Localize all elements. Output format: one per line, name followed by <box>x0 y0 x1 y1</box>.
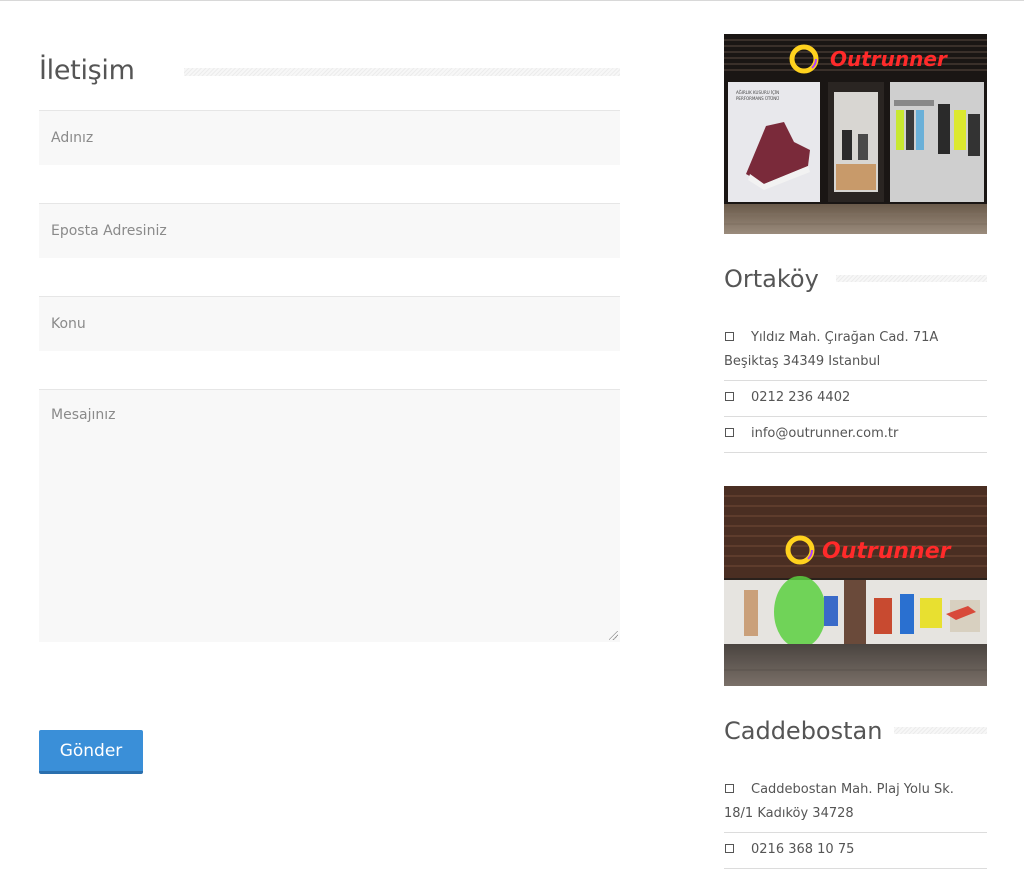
store-phone: 0212 236 4402 <box>724 386 987 417</box>
top-divider <box>0 0 1024 1</box>
svg-text:PERFORMANS ÜTÜNÜ: PERFORMANS ÜTÜNÜ <box>736 96 779 101</box>
store-address: Yıldız Mah. Çırağan Cad. 71A Beşiktaş 34… <box>724 326 987 381</box>
square-bullet-icon <box>725 784 734 793</box>
square-bullet-icon <box>725 392 734 401</box>
store-photo-ortakoy: Outrunner AĞIRLIK KUSURU İÇİN PERFORMANS… <box>724 34 987 234</box>
store-sign-text-2: Outrunner <box>822 539 952 564</box>
email-input[interactable] <box>39 204 620 258</box>
store-heading-ortakoy: Ortaköy <box>724 262 987 296</box>
store-photo-caddebostan: Outrunner <box>724 486 987 686</box>
subject-field[interactable] <box>39 296 620 351</box>
store-address: Caddebostan Mah. Plaj Yolu Sk. 18/1 Kadı… <box>724 778 987 833</box>
store-email-link[interactable]: info@outrunner.com.tr <box>751 426 898 441</box>
store-phone-text: 0212 236 4402 <box>751 390 851 405</box>
page-title: İletişim <box>39 54 135 86</box>
submit-button[interactable]: Gönder <box>39 730 143 774</box>
svg-text:AĞIRLIK KUSURU İÇİN: AĞIRLIK KUSURU İÇİN <box>736 90 779 95</box>
square-bullet-icon <box>725 844 734 853</box>
resize-grip-icon[interactable] <box>609 631 618 640</box>
square-bullet-icon <box>725 428 734 437</box>
store-heading-divider <box>836 275 987 282</box>
email-field[interactable] <box>39 203 620 258</box>
store-email: info@outrunner.com.tr <box>724 422 987 453</box>
store-sign-text-1: Outrunner <box>830 47 948 71</box>
subject-input[interactable] <box>39 297 620 351</box>
store-phone: 0216 368 10 75 <box>724 838 987 869</box>
store-heading-caddebostan: Caddebostan <box>724 714 987 748</box>
name-input[interactable] <box>39 111 620 165</box>
message-textarea[interactable] <box>39 390 620 642</box>
store-heading-divider <box>894 727 987 734</box>
store-address-text: Yıldız Mah. Çırağan Cad. 71A Beşiktaş 34… <box>724 330 939 369</box>
store-phone-text: 0216 368 10 75 <box>751 842 855 857</box>
contact-heading: İletişim <box>39 52 620 88</box>
store-name: Caddebostan <box>724 717 883 745</box>
store-address-text: Caddebostan Mah. Plaj Yolu Sk. 18/1 Kadı… <box>724 782 954 821</box>
name-field[interactable] <box>39 110 620 165</box>
store-name: Ortaköy <box>724 265 819 293</box>
square-bullet-icon <box>725 332 734 341</box>
heading-divider <box>184 68 620 76</box>
message-field[interactable] <box>39 389 620 642</box>
